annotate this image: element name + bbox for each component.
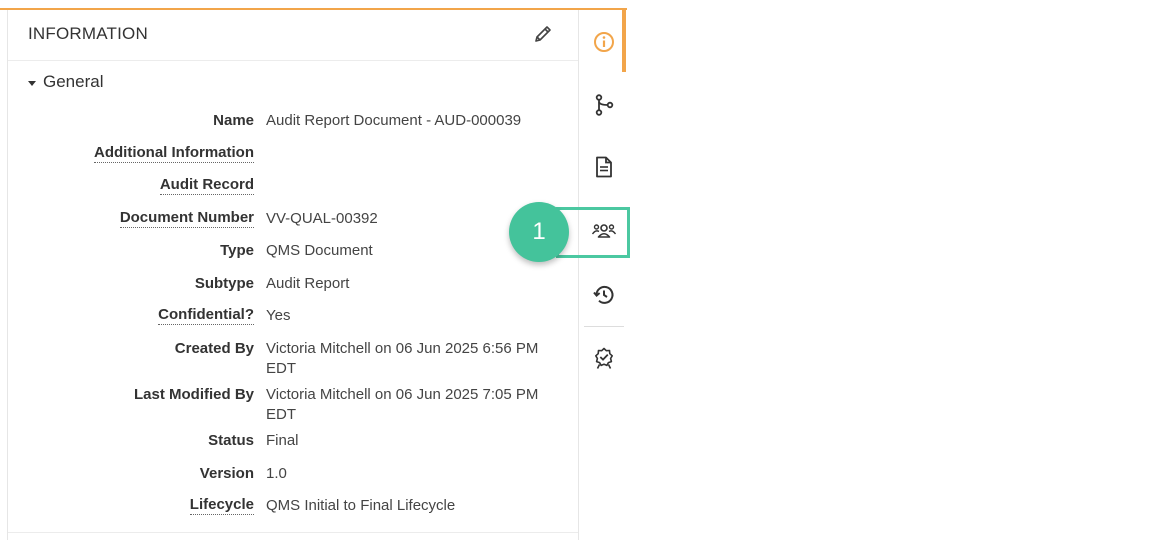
edit-button[interactable]: [532, 23, 554, 45]
field-value: Audit Report Document - AUD-000039: [266, 112, 522, 129]
side-icon-rail: [578, 10, 628, 540]
field-value: QMS Initial to Final Lifecycle: [266, 497, 456, 514]
workflow-branch-icon: [595, 94, 614, 116]
field-value: Yes: [266, 307, 291, 324]
certificate-icon: [595, 347, 613, 369]
general-section-toggle[interactable]: General: [28, 72, 103, 92]
section-label: General: [43, 72, 104, 91]
document-icon: [596, 156, 612, 178]
history-tab-button[interactable]: [590, 281, 618, 309]
caret-down-icon: [28, 80, 36, 86]
panel-divider: [8, 532, 578, 533]
field-label: Subtype: [194, 275, 254, 292]
field-value: Victoria Mitchell on 06 Jun 2025 6:56 PM…: [266, 340, 539, 377]
info-tab-button[interactable]: [590, 28, 618, 56]
field-label: Name: [213, 112, 254, 129]
step-badge: 1: [509, 202, 569, 262]
field-value: Audit Report: [266, 275, 350, 292]
field-value: Final: [266, 432, 299, 449]
panel-title: INFORMATION: [28, 24, 148, 43]
field-label[interactable]: Lifecycle: [189, 496, 254, 515]
field-label: Created By: [174, 340, 254, 357]
field-value: 1.0: [266, 465, 287, 482]
field-label: Last Modified By: [133, 386, 254, 403]
field-label[interactable]: Confidential?: [158, 306, 254, 325]
history-icon: [593, 285, 614, 304]
field-value: Victoria Mitchell on 06 Jun 2025 7:05 PM…: [266, 386, 539, 423]
field-label[interactable]: Additional Information: [94, 144, 254, 163]
field-label[interactable]: Document Number: [119, 209, 254, 228]
field-label: Type: [220, 242, 254, 259]
workflow-tab-button[interactable]: [590, 91, 618, 119]
field-label[interactable]: Audit Record: [159, 176, 254, 195]
info-icon: [594, 32, 614, 52]
information-panel: INFORMATION General Name Audit Report Do…: [7, 10, 579, 540]
panel-header: INFORMATION: [8, 10, 578, 61]
rail-divider: [584, 326, 624, 327]
field-label: Version: [199, 465, 254, 482]
document-tab-button[interactable]: [590, 153, 618, 181]
certificate-tab-button[interactable]: [590, 344, 618, 372]
pencil-icon: [535, 26, 551, 42]
field-label: Status: [208, 432, 254, 449]
